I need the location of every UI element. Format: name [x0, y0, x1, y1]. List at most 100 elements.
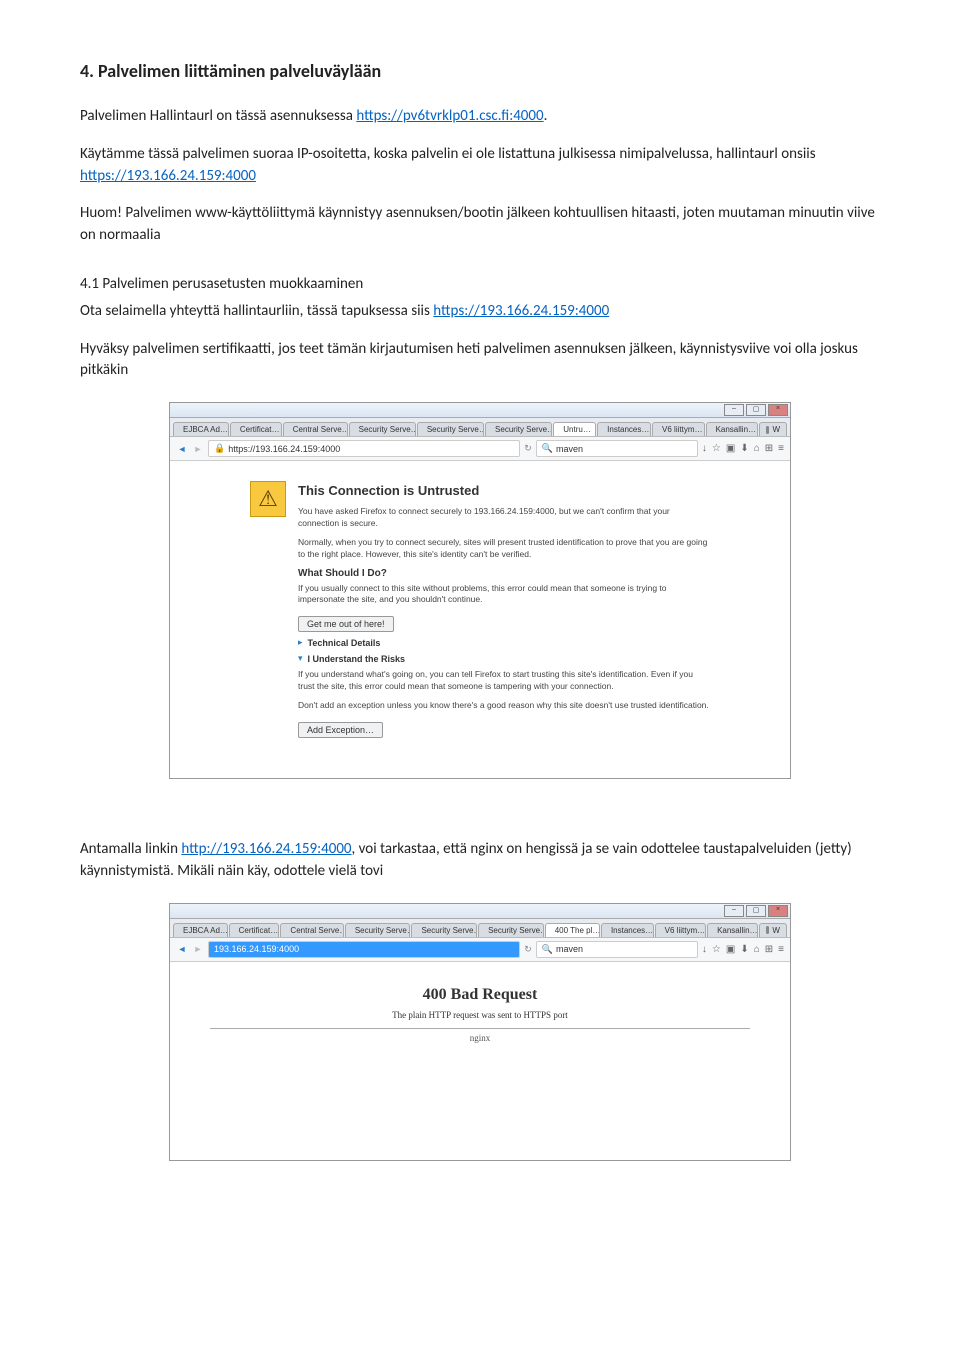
star-icon[interactable]: ☆ [712, 944, 721, 955]
text: Palvelimen Hallintaurl on tässä asennuks… [80, 107, 356, 125]
bad-request-message: The plain HTTP request was sent to HTTPS… [170, 1010, 790, 1020]
minimize-button[interactable]: – [724, 905, 744, 917]
collapse-icon[interactable]: ▾ [298, 653, 303, 664]
hallintaurl-link-2[interactable]: https://193.166.24.159:4000 [433, 302, 609, 320]
browser-tab[interactable]: EJBCA Ad… [173, 422, 229, 436]
browser-tab[interactable]: W [759, 923, 787, 937]
search-bar[interactable]: 🔍maven [536, 440, 698, 457]
browser-toolbar: ◄ ► 🔒https://193.166.24.159:4000 ↻ 🔍mave… [170, 437, 790, 461]
divider [210, 1028, 750, 1029]
understand-risks-toggle[interactable]: I Understand the Risks [308, 654, 406, 664]
download-icon[interactable]: ⬇ [740, 944, 748, 955]
bad-request-title: 400 Bad Request [170, 986, 790, 1004]
untrusted-text: Don't add an exception unless you know t… [298, 700, 710, 712]
toolbar-icons: ↓ ☆ ▣ ⬇ ⌂ ⊞ ≡ [702, 944, 784, 955]
window-titlebar: – ▢ × [170, 403, 790, 418]
technical-details-toggle[interactable]: Technical Details [308, 638, 381, 648]
get-me-out-button[interactable]: Get me out of here! [298, 616, 394, 632]
close-button[interactable]: × [768, 404, 788, 416]
browser-tabbar: EJBCA Ad… Certificat… Central Serve… Sec… [170, 418, 790, 437]
browser-tab[interactable]: Security Serve… [417, 422, 484, 436]
back-button[interactable]: ◄ [176, 943, 188, 955]
paragraph: Antamalla linkin http://193.166.24.159:4… [80, 839, 880, 883]
bookmark-icon[interactable]: ▣ [726, 443, 735, 454]
page-content: 400 Bad Request The plain HTTP request w… [170, 962, 790, 1160]
browser-tab[interactable]: Kansallin… [707, 923, 758, 937]
browser-tab[interactable]: Security Serve… [349, 422, 416, 436]
untrusted-title: This Connection is Untrusted [298, 483, 710, 498]
close-button[interactable]: × [768, 905, 788, 917]
browser-tab[interactable]: Central Serve… [280, 923, 343, 937]
screenshot-untrusted-connection: – ▢ × EJBCA Ad… Certificat… Central Serv… [169, 402, 791, 779]
http-check-link[interactable]: http://193.166.24.159:4000 [181, 840, 351, 858]
pv6-url-text: https://pv6tvrklp01.csc.fi:4000 [356, 107, 543, 125]
star-icon[interactable]: ☆ [712, 443, 721, 454]
home-icon[interactable]: ⌂ [754, 443, 760, 454]
minimize-button[interactable]: – [724, 404, 744, 416]
paragraph: Huom! Palvelimen www-käyttöliittymä käyn… [80, 203, 880, 247]
untrusted-text: If you understand what's going on, you c… [298, 669, 710, 693]
browser-tab[interactable]: Security Serve… [478, 923, 544, 937]
untrusted-text: You have asked Firefox to connect secure… [298, 506, 710, 530]
expand-icon[interactable]: ▸ [298, 637, 303, 648]
forward-button[interactable]: ► [192, 443, 204, 455]
download-icon[interactable]: ⬇ [740, 443, 748, 454]
forward-button[interactable]: ► [192, 943, 204, 955]
text: Käytämme tässä palvelimen suoraa IP-osoi… [80, 145, 816, 163]
maximize-button[interactable]: ▢ [746, 905, 766, 917]
paragraph: Käytämme tässä palvelimen suoraa IP-osoi… [80, 144, 880, 188]
hallintaurl-link[interactable]: https://193.166.24.159:4000 [80, 167, 256, 185]
menu-icon[interactable]: ≡ [778, 443, 784, 454]
browser-tab[interactable]: Instances… [601, 923, 654, 937]
address-bar[interactable]: 193.166.24.159:4000 [208, 941, 520, 958]
browser-toolbar: ◄ ► 193.166.24.159:4000 ↻ 🔍maven ↓ ☆ ▣ ⬇… [170, 938, 790, 962]
text: Ota selaimella yhteyttä hallintaurliin, … [80, 302, 433, 320]
what-should-i-do-heading: What Should I Do? [298, 568, 710, 579]
search-icon: 🔍 [542, 443, 553, 454]
address-bar[interactable]: 🔒https://193.166.24.159:4000 [208, 440, 520, 457]
puzzle-icon[interactable]: ⊞ [765, 443, 773, 454]
browser-tab[interactable]: EJBCA Ad… [173, 923, 228, 937]
browser-tab[interactable]: Kansallin… [706, 422, 759, 436]
browser-tab[interactable]: V6 liittym… [655, 923, 706, 937]
untrusted-text: If you usually connect to this site with… [298, 583, 710, 607]
window-titlebar: – ▢ × [170, 904, 790, 919]
download-icon[interactable]: ↓ [702, 944, 707, 955]
paragraph: Hyväksy palvelimen sertifikaatti, jos te… [80, 339, 880, 383]
add-exception-button[interactable]: Add Exception… [298, 722, 383, 738]
bookmark-icon[interactable]: ▣ [726, 944, 735, 955]
browser-tab[interactable]: Central Serve… [283, 422, 348, 436]
reload-icon[interactable]: ↻ [524, 443, 532, 454]
browser-tab[interactable]: W [759, 422, 787, 436]
back-button[interactable]: ◄ [176, 443, 188, 455]
browser-tabbar: EJBCA Ad… Certificat… Central Serve… Sec… [170, 919, 790, 938]
page-content: ⚠ This Connection is Untrusted You have … [170, 461, 790, 778]
lock-icon: 🔒 [214, 443, 225, 454]
browser-tab[interactable]: Security Serve… [345, 923, 411, 937]
section-heading: 4. Palvelimen liittäminen palveluväylään [80, 60, 880, 82]
text: . [544, 107, 548, 125]
browser-tab[interactable]: Instances… [597, 422, 651, 436]
puzzle-icon[interactable]: ⊞ [765, 944, 773, 955]
subsection-heading: 4.1 Palvelimen perusasetusten muokkaamin… [80, 275, 880, 293]
server-label: nginx [170, 1033, 790, 1043]
maximize-button[interactable]: ▢ [746, 404, 766, 416]
paragraph: Ota selaimella yhteyttä hallintaurliin, … [80, 301, 880, 323]
browser-tab[interactable]: Certificat… [230, 422, 282, 436]
browser-tab-active[interactable]: 400 The pl… [545, 923, 600, 937]
search-bar[interactable]: 🔍maven [536, 941, 698, 958]
toolbar-icons: ↓ ☆ ▣ ⬇ ⌂ ⊞ ≡ [702, 443, 784, 454]
home-icon[interactable]: ⌂ [754, 944, 760, 955]
browser-tab-active[interactable]: Untru… [553, 422, 596, 436]
reload-icon[interactable]: ↻ [524, 944, 532, 955]
browser-tab[interactable]: Certificat… [229, 923, 280, 937]
menu-icon[interactable]: ≡ [778, 944, 784, 955]
text: Antamalla linkin [80, 840, 181, 858]
search-icon: 🔍 [542, 944, 553, 955]
warning-icon: ⚠ [250, 481, 286, 517]
browser-tab[interactable]: V6 liittym… [652, 422, 705, 436]
download-icon[interactable]: ↓ [702, 443, 707, 454]
browser-tab[interactable]: Security Serve… [485, 422, 552, 436]
browser-tab[interactable]: Security Serve… [411, 923, 477, 937]
untrusted-text: Normally, when you try to connect secure… [298, 537, 710, 561]
